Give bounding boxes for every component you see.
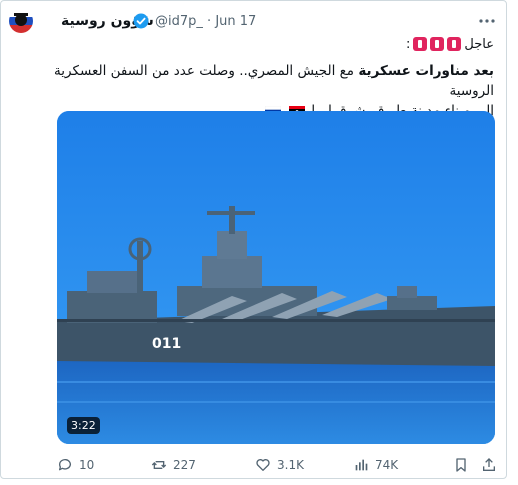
tweet-date[interactable]: Jun 17 (215, 14, 256, 29)
tweet-line-1-bold: بعد مناورات عسكرية (358, 63, 494, 79)
avatar[interactable] (9, 9, 33, 33)
verified-badge-icon (133, 13, 149, 29)
views-icon (355, 459, 368, 471)
bookmark-button[interactable] (453, 457, 469, 473)
like-count: 3.1K (277, 458, 304, 472)
video-player[interactable]: 011 (57, 111, 495, 444)
bookmark-icon (456, 458, 466, 472)
share-button[interactable] (481, 457, 497, 473)
reply-button[interactable]: 10 (57, 457, 94, 473)
urgent-emoji-icon (430, 37, 445, 51)
urgent-emoji-icon (447, 37, 462, 51)
like-icon (256, 459, 270, 471)
more-icon[interactable] (475, 9, 499, 33)
urgent-emoji-icon (413, 37, 428, 51)
urgent-line: عاجل : (406, 35, 494, 53)
handle-and-date: @id7p_ · Jun 17 (155, 14, 256, 29)
urgent-label: عاجل (464, 36, 494, 52)
tweet-header: شؤون روسية @id7p_ · Jun 17 (9, 9, 499, 33)
share-icon (483, 458, 495, 471)
reply-count: 10 (79, 458, 95, 472)
tweet-line-1: بعد مناورات عسكرية مع الجيش المصري.. وصل… (14, 61, 494, 101)
action-bar: 10 227 3.1K 74K (57, 457, 497, 477)
like-button[interactable]: 3.1K (255, 457, 304, 473)
reply-icon (58, 459, 71, 471)
views-button[interactable]: 74K (353, 457, 398, 473)
video-duration: 3:22 (67, 417, 100, 434)
repost-icon (151, 461, 167, 469)
avatar-icon (9, 9, 33, 33)
separator-dot: · (207, 14, 212, 29)
user-handle[interactable]: @id7p_ (155, 14, 203, 29)
hull-number: 011 (152, 336, 181, 352)
urgent-colon: : (406, 36, 411, 52)
repost-button[interactable]: 227 (151, 457, 196, 473)
repost-count: 227 (173, 458, 196, 472)
views-count: 74K (375, 458, 399, 472)
tweet-card[interactable]: شؤون روسية @id7p_ · Jun 17 عاجل : بعد من… (0, 0, 507, 479)
warship-video-thumbnail: 011 (57, 111, 495, 444)
